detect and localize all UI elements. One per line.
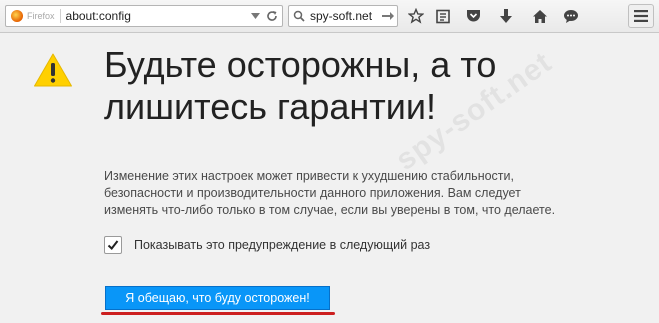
- search-icon: [293, 9, 305, 23]
- star-icon[interactable]: [407, 7, 425, 25]
- reading-list-icon[interactable]: [434, 7, 452, 25]
- pocket-icon[interactable]: [464, 7, 482, 25]
- navigation-toolbar: Firefox about:config spy-soft.net: [0, 0, 659, 33]
- dropdown-arrow-icon[interactable]: [248, 9, 262, 23]
- reload-icon[interactable]: [265, 9, 279, 23]
- show-warning-option[interactable]: Показывать это предупреждение в следующи…: [104, 236, 430, 254]
- show-warning-label[interactable]: Показывать это предупреждение в следующи…: [134, 238, 430, 252]
- browser-brand-label: Firefox: [27, 9, 61, 23]
- checkmark-icon: [107, 240, 119, 250]
- firefox-identity-icon[interactable]: [11, 10, 23, 22]
- chat-icon[interactable]: [562, 7, 580, 25]
- hamburger-menu-icon[interactable]: [628, 4, 654, 28]
- home-icon[interactable]: [531, 7, 549, 25]
- warning-icon: [33, 52, 73, 93]
- search-go-icon[interactable]: [382, 11, 394, 21]
- page-title: Будьте осторожны, а то лишитесь гарантии…: [104, 44, 497, 127]
- accept-risk-button[interactable]: Я обещаю, что буду осторожен!: [105, 286, 330, 310]
- search-input[interactable]: spy-soft.net: [310, 9, 382, 23]
- show-warning-checkbox[interactable]: [104, 236, 122, 254]
- warning-description: Изменение этих настроек может привести к…: [104, 169, 556, 217]
- url-input[interactable]: about:config: [66, 9, 248, 23]
- download-icon[interactable]: [497, 7, 515, 25]
- highlight-underline: [101, 312, 335, 315]
- search-bar[interactable]: spy-soft.net: [288, 5, 398, 27]
- url-bar[interactable]: Firefox about:config: [5, 5, 283, 27]
